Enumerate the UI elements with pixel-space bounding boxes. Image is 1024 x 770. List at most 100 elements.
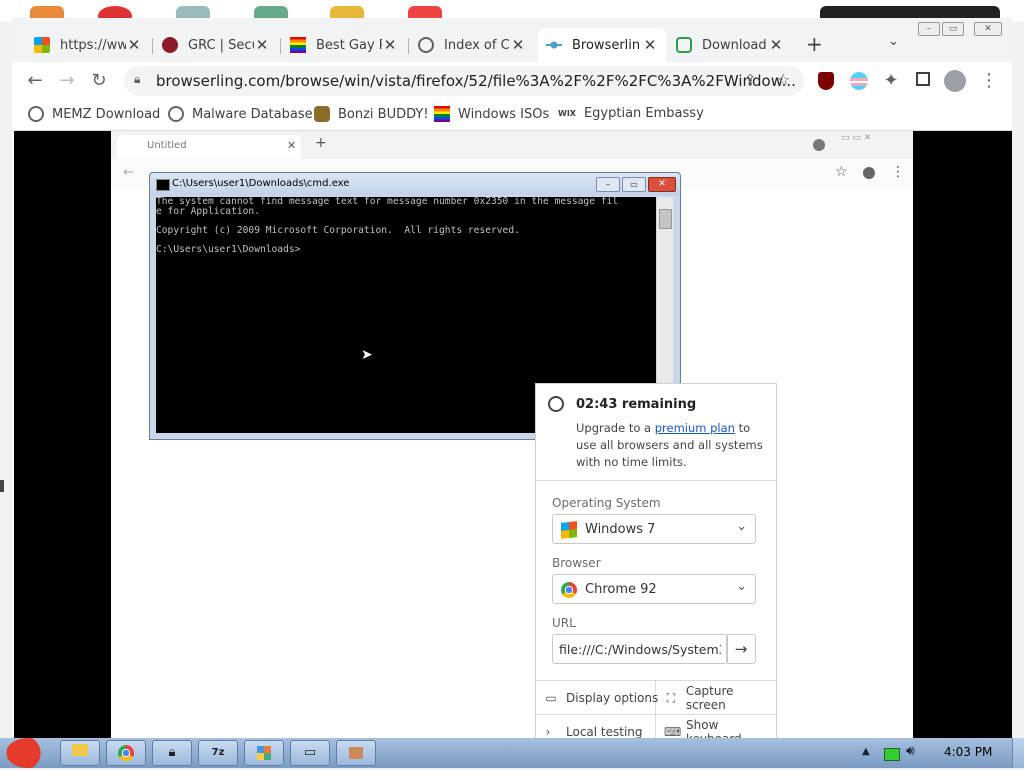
address-bar[interactable]: 🔒︎ browserling.com/browse/win/vista/fire… [124, 66, 804, 96]
remote-tab-label: Untitled [147, 140, 187, 151]
tab-search-chevron-icon[interactable]: ⌄ [888, 34, 899, 49]
close-icon[interactable]: ✕ [768, 36, 784, 54]
close-icon[interactable]: ✕ [126, 36, 142, 54]
taskbar-clock[interactable]: 4:03 PM [944, 745, 992, 759]
tab-grc[interactable]: GRC | Secu ✕ [154, 28, 278, 62]
close-icon[interactable]: ✕ [287, 139, 296, 152]
reload-icon[interactable]: ↻ [86, 68, 112, 94]
remote-desktop-view[interactable]: Untitled ✕ + ▭ ▭ ✕ ← ☆ ⋮ C:\Users\user1\… [111, 131, 913, 738]
close-icon[interactable]: ✕ [642, 36, 658, 54]
extension-flag-icon[interactable] [850, 72, 868, 90]
premium-plan-link[interactable]: premium plan [655, 421, 735, 435]
bookmark-windows-isos[interactable]: Windows ISOs [434, 106, 549, 122]
padlock-icon: 🔒︎ [168, 745, 176, 760]
tray-expand-icon[interactable]: ▲ [862, 746, 870, 757]
remote-tab[interactable]: Untitled ✕ [117, 135, 301, 159]
control-panel-taskbar-button[interactable] [244, 740, 284, 766]
chevron-down-icon: ⌄ [736, 579, 747, 594]
back-arrow-icon[interactable]: ← [22, 68, 48, 94]
display-options-label: Display options [566, 691, 659, 705]
profile-avatar-icon[interactable] [944, 70, 966, 92]
microsoft-icon [34, 37, 50, 53]
browser-select[interactable]: Chrome 92 ⌄ [552, 574, 756, 604]
bookmarks-bar: MEMZ Download Malware Database Bonzi BUD… [12, 100, 1012, 131]
show-keyboard-label: Show keyboard [686, 718, 742, 738]
angry-bird-start-icon[interactable] [6, 738, 50, 768]
local-testing-button[interactable]: ›_ Local testing [536, 716, 643, 738]
side-panel-icon[interactable] [916, 72, 930, 86]
upgrade-text-line2: use all browsers and all systems [576, 438, 763, 452]
upgrade-text-line3: with no time limits. [576, 455, 687, 469]
url-text: browserling.com/browse/win/vista/firefox… [156, 72, 796, 90]
windows-logo-icon [561, 521, 577, 539]
tab-microsoft[interactable]: https://ww ✕ [26, 28, 150, 62]
show-desktop-button[interactable] [1012, 738, 1024, 768]
minimize-button[interactable]: – [918, 22, 940, 36]
back-arrow-icon[interactable]: ← [123, 165, 134, 180]
browserling-icon [546, 37, 562, 53]
browserling-page: Untitled ✕ + ▭ ▭ ✕ ← ☆ ⋮ C:\Users\user1\… [14, 131, 1012, 738]
scrollbar-thumb[interactable] [659, 209, 672, 229]
chrome-taskbar-button[interactable] [106, 740, 146, 766]
cmd-taskbar-button[interactable] [336, 740, 376, 766]
forward-arrow-icon[interactable]: → [54, 68, 80, 94]
tab-download[interactable]: Download ✕ [668, 28, 792, 62]
bookmark-star-icon[interactable]: ☆ [835, 164, 848, 180]
capture-screen-button[interactable]: ⛶ Capture screen [656, 682, 776, 714]
taskbar: 🔒︎ 7z ▭ ▲ 🔊︎ 4:03 PM [0, 738, 1024, 768]
menu-kebab-icon[interactable]: ⋮ [976, 68, 1002, 94]
bookmark-egyptian-embassy[interactable]: WIX Egyptian Embassy [558, 106, 704, 121]
tab-label: Download [702, 37, 767, 53]
menu-kebab-icon[interactable]: ⋮ [891, 164, 905, 180]
tab-search-icon[interactable] [813, 139, 825, 151]
7zip-taskbar-button[interactable]: 7z [198, 740, 238, 766]
close-icon[interactable]: ✕ [382, 36, 398, 54]
tab-browserling[interactable]: Browserlin ✕ [538, 28, 666, 62]
browser-label: Browser [552, 556, 601, 570]
url-input[interactable]: file:///C:/Windows/System32 [552, 634, 728, 664]
close-icon[interactable]: ✕ [510, 36, 526, 54]
globe-icon [168, 106, 184, 122]
extensions-puzzle-icon[interactable]: ✦ [878, 68, 904, 94]
close-window-button[interactable]: ✕ [974, 22, 1002, 36]
go-arrow-button[interactable]: → [726, 634, 756, 664]
maximize-button[interactable]: ▭ [942, 22, 964, 36]
close-icon[interactable]: ✕ [254, 36, 270, 54]
window-icon: ▭ [303, 745, 317, 760]
profile-avatar-icon[interactable] [863, 167, 875, 179]
new-tab-button[interactable]: + [806, 32, 823, 56]
cmd-titlebar[interactable]: C:\Users\user1\Downloads\cmd.exe – ▭ ✕ [150, 173, 680, 195]
tab-best[interactable]: Best Gay P ✕ [282, 28, 406, 62]
tab-index[interactable]: Index of C: ✕ [410, 28, 534, 62]
bookmark-memz[interactable]: MEMZ Download [28, 106, 160, 122]
minimize-button[interactable]: – [596, 177, 620, 192]
bookmark-star-icon[interactable]: ☆ [776, 70, 790, 89]
window-taskbar-button[interactable]: ▭ [290, 740, 330, 766]
lock-icon[interactable]: 🔒︎ [134, 72, 140, 87]
upgrade-text-post: to [734, 421, 751, 435]
network-icon[interactable] [884, 748, 900, 761]
display-options-button[interactable]: ▭ Display options [536, 682, 658, 714]
os-select[interactable]: Windows 7 ⌄ [552, 514, 756, 544]
local-testing-label: Local testing [566, 725, 643, 738]
close-window-button[interactable]: ✕ [648, 177, 676, 192]
tab-strip: https://ww ✕ GRC | Secu ✕ Best Gay P ✕ I… [12, 18, 1012, 62]
explorer-taskbar-button[interactable] [60, 740, 100, 766]
share-icon[interactable]: ⇪ [744, 71, 757, 89]
cmd-app-icon [349, 747, 363, 759]
os-label: Operating System [552, 496, 661, 510]
url-label: URL [552, 616, 576, 630]
capture-screen-label: Capture screen [685, 684, 734, 712]
volume-icon[interactable]: 🔊︎ [906, 743, 915, 759]
grc-icon [162, 37, 178, 53]
upgrade-text-pre: Upgrade to a [576, 421, 655, 435]
new-tab-button[interactable]: + [315, 135, 327, 151]
lock-taskbar-button[interactable]: 🔒︎ [152, 740, 192, 766]
remote-window-controls[interactable]: ▭ ▭ ✕ [841, 133, 871, 143]
bookmark-malware-database[interactable]: Malware Database [168, 106, 313, 122]
ublock-origin-icon[interactable] [818, 72, 834, 90]
maximize-button[interactable]: ▭ [622, 177, 646, 192]
bookmark-bonzi[interactable]: Bonzi BUDDY! [314, 106, 429, 122]
chevron-down-icon: ⌄ [736, 519, 747, 534]
show-keyboard-button[interactable]: ⌨ Show keyboard [656, 716, 776, 738]
